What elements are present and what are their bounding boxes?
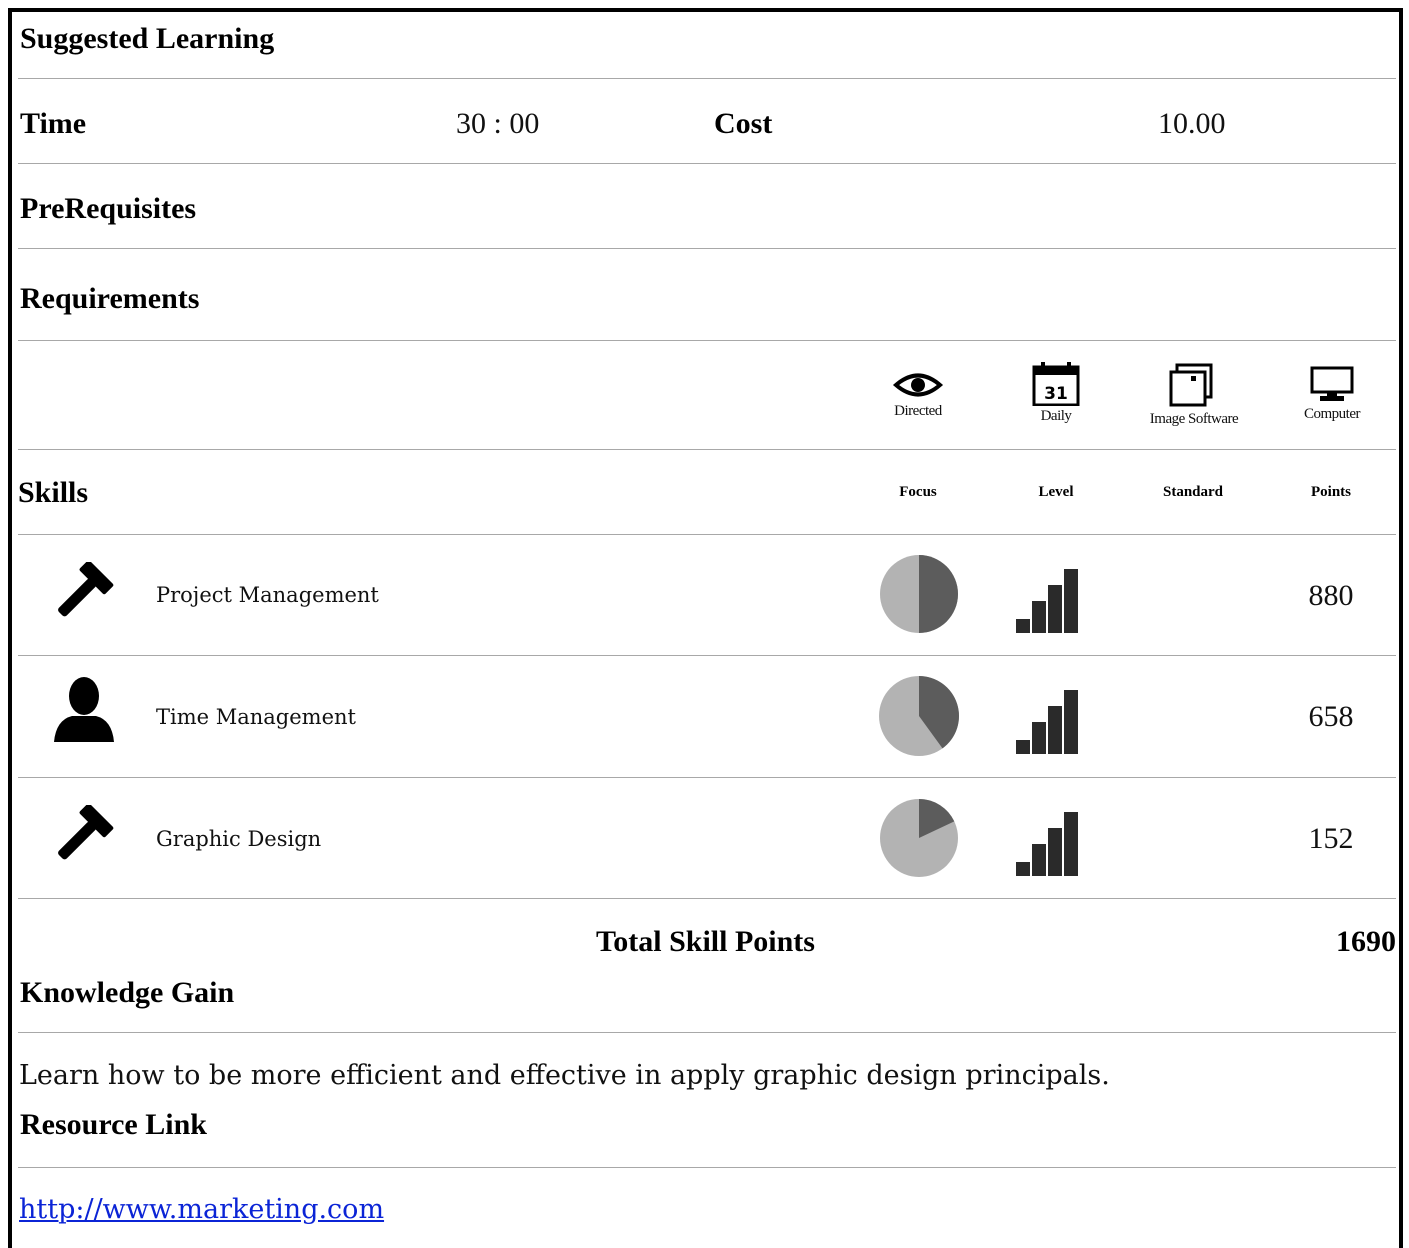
requirement-label: Image Software <box>1149 411 1239 427</box>
requirement-label: Daily <box>1040 408 1072 424</box>
hammer-icon <box>58 805 114 860</box>
level-bar <box>1048 828 1062 876</box>
requirement-image-software: Image Software <box>1144 363 1244 428</box>
eye-icon <box>892 373 944 397</box>
level-bar <box>1016 740 1030 754</box>
time-label: Time <box>20 107 87 140</box>
requirements-heading: Requirements <box>20 282 200 315</box>
cost-value: 10.00 <box>1158 107 1226 140</box>
total-skill-points-label: Total Skill Points <box>596 925 815 958</box>
skill-points: 880 <box>1308 579 1354 612</box>
divider <box>18 78 1396 79</box>
divider <box>18 1032 1396 1033</box>
skill-points: 658 <box>1308 700 1354 733</box>
divider <box>18 449 1396 450</box>
time-value: 30 : 00 <box>456 107 540 140</box>
focus-pie-slice <box>919 555 958 633</box>
knowledge-gain-heading: Knowledge Gain <box>20 976 235 1009</box>
hammer-icon <box>58 562 114 617</box>
column-standard: Standard <box>1162 484 1224 500</box>
level-bar <box>1032 601 1046 633</box>
page-title: Suggested Learning <box>20 22 275 55</box>
divider <box>18 163 1396 164</box>
person-icon <box>54 677 114 742</box>
level-bars-icon <box>1016 690 1078 754</box>
divider <box>18 340 1396 341</box>
level-bar <box>1048 585 1062 633</box>
requirement-label: Computer <box>1304 406 1361 422</box>
level-bar <box>1032 844 1046 876</box>
level-bars-icon <box>1016 812 1078 876</box>
column-focus: Focus <box>899 484 937 500</box>
table-row: Time Management 658 <box>0 656 1409 776</box>
requirement-daily: 31 Daily <box>1006 362 1106 425</box>
level-bar <box>1064 690 1078 754</box>
total-skill-points-value: 1690 <box>1336 925 1396 958</box>
computer-icon <box>1310 366 1354 401</box>
focus-pie-chart <box>879 676 959 756</box>
focus-pie-chart <box>880 799 958 877</box>
skill-points: 152 <box>1308 822 1354 855</box>
image-software-icon <box>1169 363 1213 407</box>
requirement-computer: Computer <box>1282 364 1382 423</box>
calendar-icon: 31 <box>1032 362 1080 406</box>
level-bar <box>1048 706 1062 754</box>
resource-link[interactable]: http://www.marketing.com <box>19 1194 384 1225</box>
divider <box>18 248 1396 249</box>
level-bar <box>1064 569 1078 633</box>
level-bars-icon <box>1016 569 1078 633</box>
knowledge-gain-text: Learn how to be more efficient and effec… <box>19 1060 1110 1091</box>
skill-name: Time Management <box>156 705 356 729</box>
column-level: Level <box>1038 484 1074 500</box>
resource-link-heading: Resource Link <box>20 1108 207 1141</box>
skills-heading: Skills <box>18 476 89 509</box>
skill-name: Project Management <box>156 583 379 607</box>
focus-pie-chart <box>880 555 958 633</box>
divider <box>18 1167 1396 1168</box>
level-bar <box>1032 722 1046 754</box>
requirement-directed: Directed <box>868 370 968 420</box>
prerequisites-heading: PreRequisites <box>20 192 197 225</box>
divider <box>18 898 1396 899</box>
level-bar <box>1064 812 1078 876</box>
column-points: Points <box>1310 484 1351 500</box>
level-bar <box>1016 862 1030 876</box>
cost-label: Cost <box>714 107 773 140</box>
requirement-label: Directed <box>894 403 942 419</box>
svg-text:31: 31 <box>1044 384 1068 404</box>
table-row: Project Management 880 <box>0 535 1409 655</box>
skill-name: Graphic Design <box>156 827 322 851</box>
level-bar <box>1016 619 1030 633</box>
table-row: Graphic Design 152 <box>0 778 1409 898</box>
